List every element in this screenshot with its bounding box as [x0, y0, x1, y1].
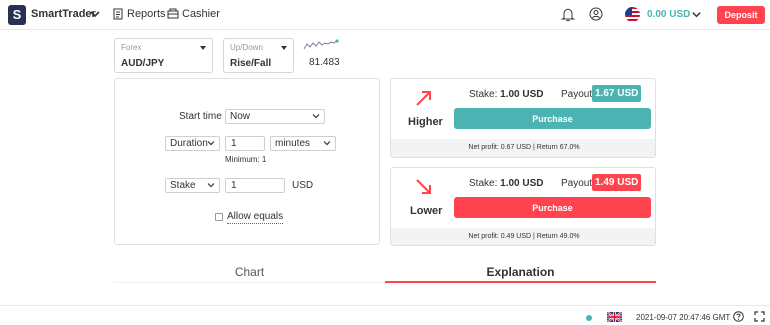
chevron-down-icon: [207, 141, 215, 146]
market-value: AUD/JPY: [121, 58, 165, 69]
user-icon[interactable]: [589, 7, 603, 21]
app-logo[interactable]: S: [8, 5, 26, 25]
lower-stake: Stake: 1.00 USD: [469, 178, 544, 189]
nav-cashier[interactable]: Cashier: [182, 8, 220, 20]
account-balance[interactable]: 0.00 USD: [647, 9, 690, 20]
trade-type-selector[interactable]: Up/Down Rise/Fall: [223, 38, 294, 73]
reports-icon[interactable]: [112, 8, 124, 20]
duration-type-value: Duration: [170, 138, 208, 149]
nav-reports[interactable]: Reports: [127, 8, 166, 20]
amount-type-value: Stake: [170, 180, 196, 191]
chevron-down-icon: [312, 114, 320, 119]
help-icon[interactable]: [733, 311, 744, 322]
trade-type-caption: Up/Down: [230, 43, 263, 52]
cashier-icon[interactable]: [167, 8, 179, 20]
duration-type-select[interactable]: Duration: [165, 136, 220, 151]
higher-payout-badge: 1.67 USD: [592, 85, 642, 102]
spot-price: 81.483: [309, 57, 340, 68]
higher-contract-card: Higher Stake: 1.00 USD Payout: 1.67 USD …: [390, 78, 656, 158]
deposit-button[interactable]: Deposit: [717, 6, 765, 24]
duration-unit-value: minutes: [275, 138, 311, 149]
lower-contract-card: Lower Stake: 1.00 USD Payout: 1.49 USD P…: [390, 167, 656, 246]
lower-payout-badge: 1.49 USD: [592, 174, 642, 191]
start-time-select[interactable]: Now: [225, 109, 325, 124]
tab-chart[interactable]: Chart: [114, 265, 385, 283]
amount-input[interactable]: 1: [225, 178, 285, 193]
lower-payout-label: Payout:: [561, 178, 595, 189]
header: S SmartTrader Reports Cashier 0.00 USD D…: [0, 0, 770, 30]
purchase-higher-button[interactable]: Purchase: [454, 108, 651, 129]
higher-net-profit: Net profit: 0.67 USD | Return 67.0%: [391, 139, 655, 157]
caret-down-icon: [200, 46, 206, 50]
fullscreen-icon[interactable]: [754, 311, 765, 322]
allow-equals-label[interactable]: Allow equals: [227, 211, 284, 224]
footer: 2021-09-07 20:47:46 GMT: [0, 305, 770, 325]
currency-label: USD: [292, 180, 314, 191]
lower-net-profit: Net profit: 0.49 USD | Return 49.0%: [391, 228, 655, 245]
arrow-down-right-icon: [416, 179, 431, 194]
higher-payout-label: Payout:: [561, 89, 595, 100]
duration-minimum-hint: Minimum: 1: [225, 155, 267, 164]
brand-name[interactable]: SmartTrader: [31, 8, 96, 20]
amount-type-select[interactable]: Stake: [165, 178, 220, 193]
duration-input[interactable]: 1: [225, 136, 265, 151]
caret-down-icon: [281, 46, 287, 50]
trade-type-value: Rise/Fall: [230, 58, 272, 69]
duration-unit-select[interactable]: minutes: [270, 136, 336, 151]
purchase-lower-button[interactable]: Purchase: [454, 197, 651, 218]
start-time-label: Start time: [179, 111, 222, 122]
price-sparkline: [303, 39, 339, 50]
higher-title: Higher: [408, 116, 443, 128]
market-selector[interactable]: Forex AUD/JPY: [114, 38, 213, 73]
uk-flag-icon[interactable]: [607, 312, 622, 322]
start-time-value: Now: [230, 111, 251, 122]
bell-icon[interactable]: [561, 7, 575, 22]
server-time: 2021-09-07 20:47:46 GMT: [636, 313, 731, 322]
allow-equals-checkbox[interactable]: [215, 213, 223, 221]
chevron-down-icon: [207, 183, 215, 188]
us-flag-icon[interactable]: [625, 7, 640, 22]
arrow-up-right-icon: [416, 91, 431, 106]
active-tab-indicator: [385, 281, 656, 283]
higher-stake: Stake: 1.00 USD: [469, 89, 544, 100]
chevron-down-icon[interactable]: [89, 8, 101, 20]
market-caption: Forex: [121, 43, 142, 52]
lower-title: Lower: [410, 205, 443, 217]
chevron-down-icon[interactable]: [691, 9, 702, 20]
chevron-down-icon: [323, 141, 331, 146]
connection-status-indicator: [586, 315, 592, 321]
